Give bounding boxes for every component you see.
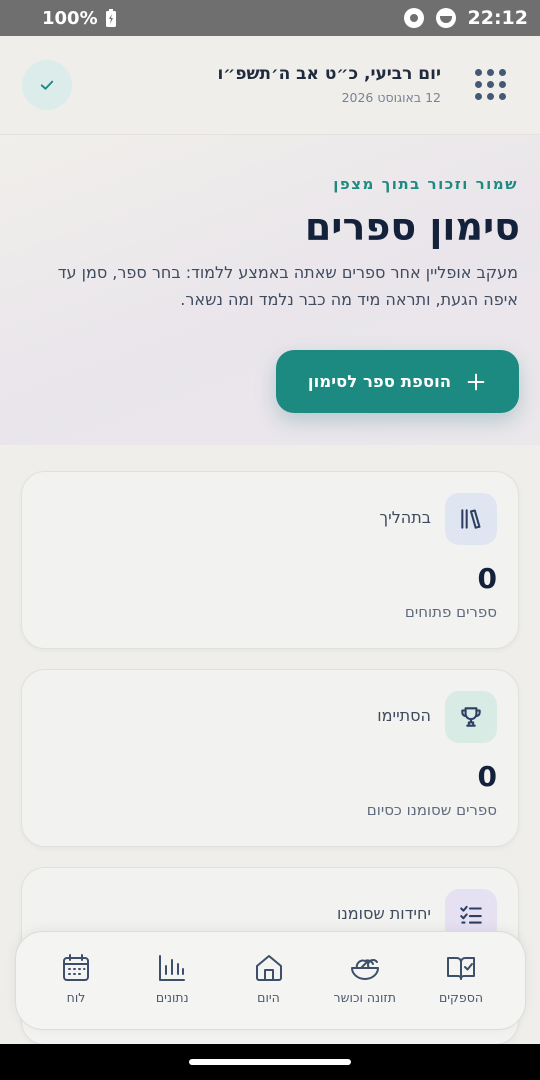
stat-card-in-progress[interactable]: בתהליך 0 ספרים פתוחים xyxy=(21,471,519,649)
battery-charging-icon xyxy=(105,9,116,27)
checklist-icon xyxy=(460,905,482,924)
gregorian-date: 12 באוגוסט 2026 xyxy=(341,90,441,105)
bar-chart-icon xyxy=(159,955,186,981)
book-check-icon xyxy=(447,957,475,980)
nav-item-today[interactable]: היום xyxy=(227,932,311,1029)
apps-menu-button[interactable] xyxy=(472,66,508,102)
hebrew-date: יום רביעי, כ״ט אב ה׳תשפ״ו xyxy=(217,64,441,84)
chrome-icon xyxy=(403,8,424,28)
card-subtext: ספרים שסומנו כסיום xyxy=(366,801,497,819)
home-gesture-bar[interactable] xyxy=(189,1059,351,1065)
salad-icon xyxy=(350,959,379,980)
grid-dot-icon xyxy=(474,68,482,76)
nav-item-stats[interactable]: נתונים xyxy=(130,932,214,1029)
plus-icon xyxy=(467,373,485,390)
nav-label: הספקים xyxy=(438,990,484,1005)
nav-item-tracking[interactable]: הספקים xyxy=(419,932,503,1029)
card-label: יחידות שסומנו xyxy=(336,904,431,923)
face-icon xyxy=(435,8,456,28)
card-subtext: ספרים פתוחים xyxy=(404,603,497,621)
grid-dot-icon xyxy=(498,80,506,88)
card-value: 0 xyxy=(477,760,497,793)
grid-dot-icon xyxy=(486,92,494,100)
nav-item-nutrition[interactable]: תזונה וכושר xyxy=(323,932,407,1029)
books-icon xyxy=(461,509,481,529)
card-label: בתהליך xyxy=(379,508,431,527)
hero-section: שמור וזכור בתוך מצפן סימון ספרים מעקב או… xyxy=(0,135,540,445)
app-header: יום רביעי, כ״ט אב ה׳תשפ״ו 12 באוגוסט 202… xyxy=(0,36,540,135)
clock: 22:12 xyxy=(467,7,528,29)
grid-dot-icon xyxy=(474,92,482,100)
bottom-nav: לוח נתונים היום תזונה וכושר הספקים xyxy=(15,931,526,1030)
grid-dot-icon xyxy=(486,80,494,88)
add-book-label: הוספת ספר לסימון xyxy=(307,372,452,391)
grid-dot-icon xyxy=(498,68,506,76)
card-value: 0 xyxy=(477,562,497,595)
battery-level: 100% xyxy=(42,7,98,29)
home-icon xyxy=(255,955,282,981)
page-title: סימון ספרים xyxy=(304,205,520,249)
card-label: הסתיימו xyxy=(377,706,431,725)
trophy-icon xyxy=(461,707,481,727)
system-nav-bar xyxy=(0,1044,540,1080)
grid-dot-icon xyxy=(498,92,506,100)
card-icon-box xyxy=(445,493,497,545)
add-book-button[interactable]: הוספת ספר לסימון xyxy=(276,350,519,413)
confirm-button[interactable] xyxy=(22,60,72,110)
status-bar: 100% 22:12 xyxy=(0,0,540,36)
nav-label: לוח xyxy=(66,990,86,1005)
date-block: יום רביעי, כ״ט אב ה׳תשפ״ו 12 באוגוסט 202… xyxy=(217,64,441,105)
nav-label: נתונים xyxy=(155,990,189,1005)
calendar-icon xyxy=(63,954,89,981)
grid-dot-icon xyxy=(474,80,482,88)
check-icon xyxy=(40,80,54,90)
page-description: מעקב אופליין אחר ספרים שאתה באמצע ללמוד:… xyxy=(57,263,518,309)
stat-card-completed[interactable]: הסתיימו 0 ספרים שסומנו כסיום xyxy=(21,669,519,847)
grid-dot-icon xyxy=(486,68,494,76)
nav-label: היום xyxy=(257,990,280,1005)
card-icon-box xyxy=(445,691,497,743)
eyebrow-label: שמור וזכור בתוך מצפן xyxy=(333,175,518,193)
nav-item-calendar[interactable]: לוח xyxy=(34,932,118,1029)
nav-label: תזונה וכושר xyxy=(333,990,396,1005)
